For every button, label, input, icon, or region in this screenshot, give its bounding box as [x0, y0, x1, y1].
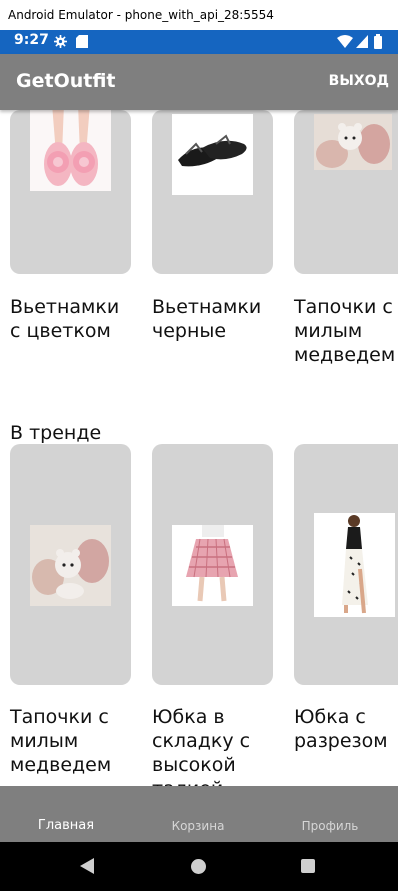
product-card[interactable] — [152, 110, 273, 274]
product-image — [30, 110, 111, 191]
bear-slippers-icon — [30, 525, 111, 606]
product-image — [314, 114, 392, 170]
settings-gear-icon — [54, 35, 67, 48]
exit-button[interactable]: ВЫХОД — [329, 73, 389, 89]
product-card[interactable] — [294, 110, 398, 274]
bottom-navigation: Главная Корзина Профиль — [0, 786, 398, 842]
product-caption: Вьетнамки с цветком — [10, 296, 120, 342]
black-flip-flops-icon — [172, 114, 253, 195]
tab-profile[interactable]: Профиль — [264, 819, 396, 833]
product-caption: Тапочки с милым медведем — [10, 706, 112, 776]
pink-pompom-slippers-icon — [30, 110, 111, 191]
recent-apps-icon[interactable] — [301, 859, 315, 873]
product-caption: Юбка с разрезом — [294, 706, 388, 752]
home-icon[interactable] — [191, 859, 206, 874]
back-icon[interactable] — [80, 858, 94, 874]
emulator-window-title: Android Emulator - phone_with_api_28:555… — [0, 0, 402, 30]
tab-home[interactable]: Главная — [0, 818, 132, 833]
product-image — [30, 525, 111, 606]
product-image — [172, 114, 253, 195]
pleated-skirt-icon — [172, 525, 253, 606]
wifi-icon — [337, 35, 353, 48]
section-title-trend: В тренде — [10, 422, 102, 444]
main-content[interactable]: Вьетнамки с цветком Вьетнамки черные Тап… — [0, 54, 398, 787]
app-title: GetOutfit — [16, 70, 116, 92]
product-caption: Юбка в складку с высокой талией — [152, 706, 251, 787]
product-card[interactable] — [10, 110, 131, 274]
slit-skirt-model-icon — [314, 513, 395, 617]
product-image — [172, 525, 253, 606]
bear-slippers-icon — [314, 114, 392, 170]
cellular-signal-icon — [356, 35, 368, 48]
product-caption: Тапочки с милым медведем — [294, 296, 396, 366]
status-time: 9:27 — [14, 32, 49, 48]
product-image — [314, 513, 395, 617]
battery-icon — [374, 34, 382, 49]
tab-cart[interactable]: Корзина — [132, 819, 264, 833]
system-navigation-bar — [0, 842, 398, 891]
status-bar: 9:27 — [0, 30, 402, 54]
product-card[interactable] — [152, 444, 273, 685]
product-card[interactable] — [294, 444, 398, 685]
product-card[interactable] — [10, 444, 131, 685]
sd-card-icon — [76, 35, 88, 48]
product-caption: Вьетнамки черные — [152, 296, 262, 342]
app-bar: GetOutfit ВЫХОД — [0, 54, 398, 110]
window-edge — [398, 30, 402, 891]
